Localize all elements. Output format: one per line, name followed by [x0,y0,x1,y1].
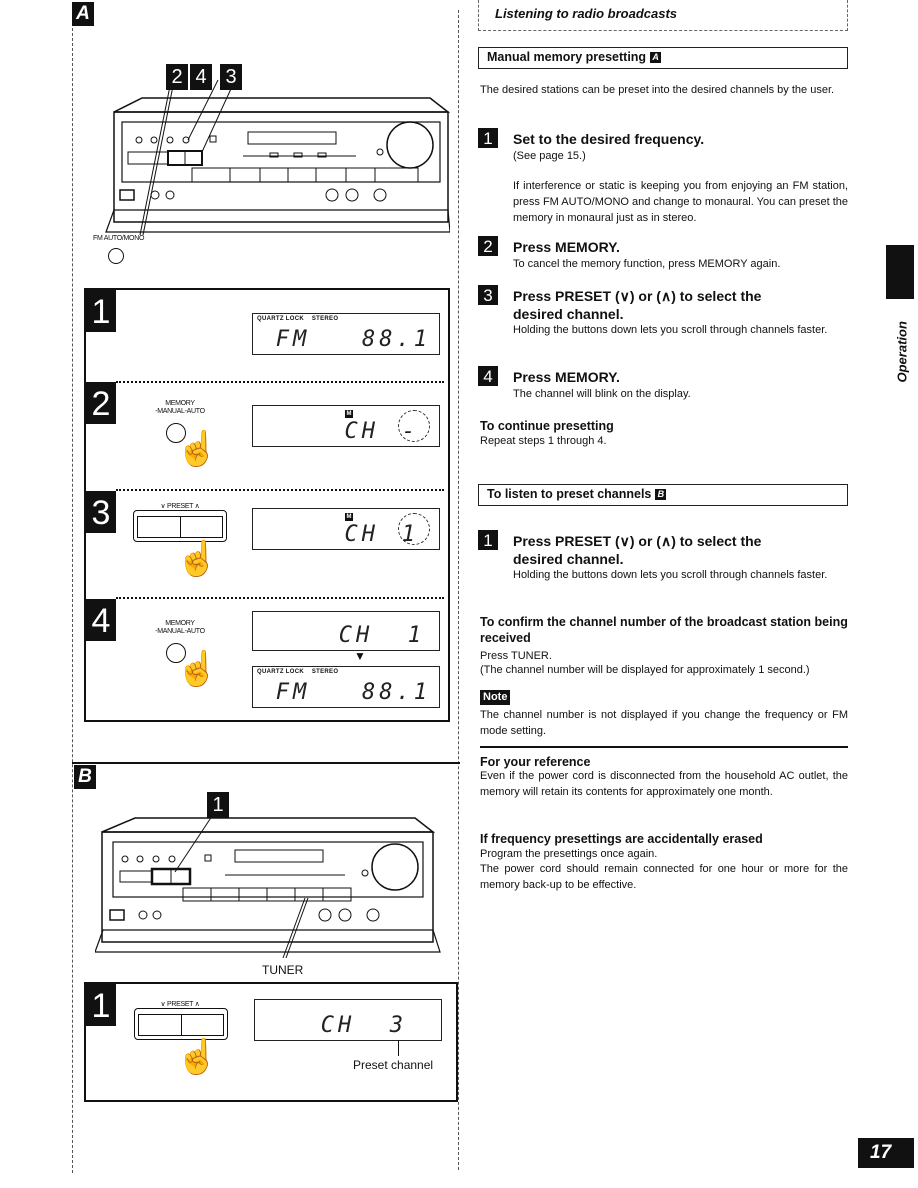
step-desc: Holding the buttons down lets you scroll… [513,569,828,581]
arrow-down-icon: ▼ [354,649,366,663]
listen-preset-heading: To listen to preset channels B [487,487,667,501]
step-title: Press MEMORY. [513,239,620,255]
fm-auto-mono-button[interactable] [108,248,124,264]
display-indicators: QUARTZ LOCK STEREO [257,669,339,675]
callout-step-3: 3 [220,64,242,90]
memory-button-label: MEMORY -MANUAL-AUTO [155,400,205,415]
erased-heading: If frequency presettings are accidentall… [480,832,763,846]
callout-step-2: 2 [166,64,188,90]
confirm-channel-line2: (The channel number will be displayed fo… [480,664,810,676]
note-badge: Note [480,690,511,705]
preset-down-button[interactable] [138,517,180,537]
chapter-tab-label: Operation [894,321,910,383]
preset-up-button[interactable] [180,1015,224,1035]
figure-a-label: A [72,2,94,26]
blinking-channel-value: 1 [401,522,419,547]
figure-b-step-number: 1 [86,984,116,1026]
pressing-hand-icon: ☝ [176,1038,219,1076]
step-desc: The channel will blink on the display. [513,388,691,400]
callout-step-4: 4 [190,64,212,90]
receiver-illustration-b [95,803,441,959]
manual-memory-heading-box: Manual memory presetting A [478,47,848,69]
memory-indicator: M [345,410,353,418]
figure-a-step-number: 3 [86,491,116,533]
manual-memory-intro: The desired stations can be preset into … [480,84,835,96]
figure-ref-badge: A [650,52,662,63]
display-text: FM 88.1 [275,680,431,705]
chapter-tab-marker [886,245,914,299]
preset-down-button[interactable] [139,1015,181,1035]
display-text: FM 88.1 [275,327,431,352]
step-number-badge: 1 [478,530,498,550]
continue-presetting-text: Repeat steps 1 through 4. [480,435,607,447]
center-margin-line [458,10,459,1170]
pressing-hand-icon: ☝ [176,650,219,688]
figure-ref-badge: B [655,489,667,500]
callout-step-1: 1 [207,792,229,818]
display-frequency: QUARTZ LOCK STEREO FM 88.1 [252,313,440,355]
memory-indicator: M [345,513,353,521]
step-title: Press MEMORY. [513,369,620,385]
preset-up-button[interactable] [179,517,223,537]
confirm-channel-heading: To confirm the channel number of the bro… [480,615,848,645]
page-header-title: Listening to radio broadcasts [495,6,678,21]
erased-line2: The power cord should remain connected f… [480,863,848,891]
display-channel: CH 1 [252,611,440,651]
step-divider [116,597,444,599]
figure-b-label: B [74,765,96,789]
memory-button-label: MEMORY -MANUAL-AUTO [155,620,205,635]
step-number-badge: 1 [478,128,498,148]
step-desc: Holding the buttons down lets you scroll… [513,324,828,336]
page-number: 17 [858,1138,914,1168]
preset-buttons[interactable] [133,510,227,542]
step-desc: (See page 15.) [513,150,586,162]
display-text: CH 3 [320,1013,407,1038]
continue-presetting-heading: To continue presetting [480,419,614,433]
fm-auto-mono-label: FM AUTO/MONO [93,235,145,242]
display-text: CH [344,419,379,444]
preset-channel-annotation: Preset channel [353,1058,434,1072]
tuner-label: TUNER [262,963,304,977]
pressing-hand-icon: ☝ [176,540,219,578]
figure-a-step-number: 4 [86,599,116,641]
step-number-badge: 2 [478,236,498,256]
pressing-hand-icon: ☝ [176,430,219,468]
display-indicators: QUARTZ LOCK STEREO [257,316,339,322]
step-title: Press PRESET (∨) or (∧) to select the de… [513,533,762,567]
preset-channel-pointer [398,1040,399,1056]
step-title: Press PRESET (∨) or (∧) to select the de… [513,288,762,322]
erased-line1: Program the presettings once again. [480,848,658,860]
step-number-badge: 4 [478,366,498,386]
step-divider [116,489,444,491]
display-channel: M CH 1 [252,508,440,550]
step-desc: To cancel the memory function, press MEM… [513,258,781,270]
left-margin-line [72,28,73,1173]
preset-buttons[interactable] [134,1008,228,1040]
receiver-illustration-a [105,79,450,236]
step-divider [116,381,444,383]
figure-a-step-number: 2 [86,382,116,424]
display-channel: M CH - [252,405,440,447]
step-title: Set to the desired frequency. [513,131,705,147]
section-rule [480,746,848,748]
note-text: The channel number is not displayed if y… [480,709,848,737]
display-frequency: QUARTZ LOCK STEREO FM 88.1 [252,666,440,708]
figure-a-step-number: 1 [86,290,116,332]
blinking-channel-value: - [401,419,419,444]
display-channel: CH 3 [254,999,442,1041]
display-text: CH [344,522,379,547]
step-extra: If interference or static is keeping you… [513,180,848,224]
manual-memory-heading: Manual memory presetting A [487,50,662,64]
display-text: CH 1 [338,623,425,648]
listen-preset-heading-box: To listen to preset channels B [478,484,848,506]
figure-b-divider [72,762,460,764]
step-number-badge: 3 [478,285,498,305]
reference-text: Even if the power cord is disconnected f… [480,770,848,798]
